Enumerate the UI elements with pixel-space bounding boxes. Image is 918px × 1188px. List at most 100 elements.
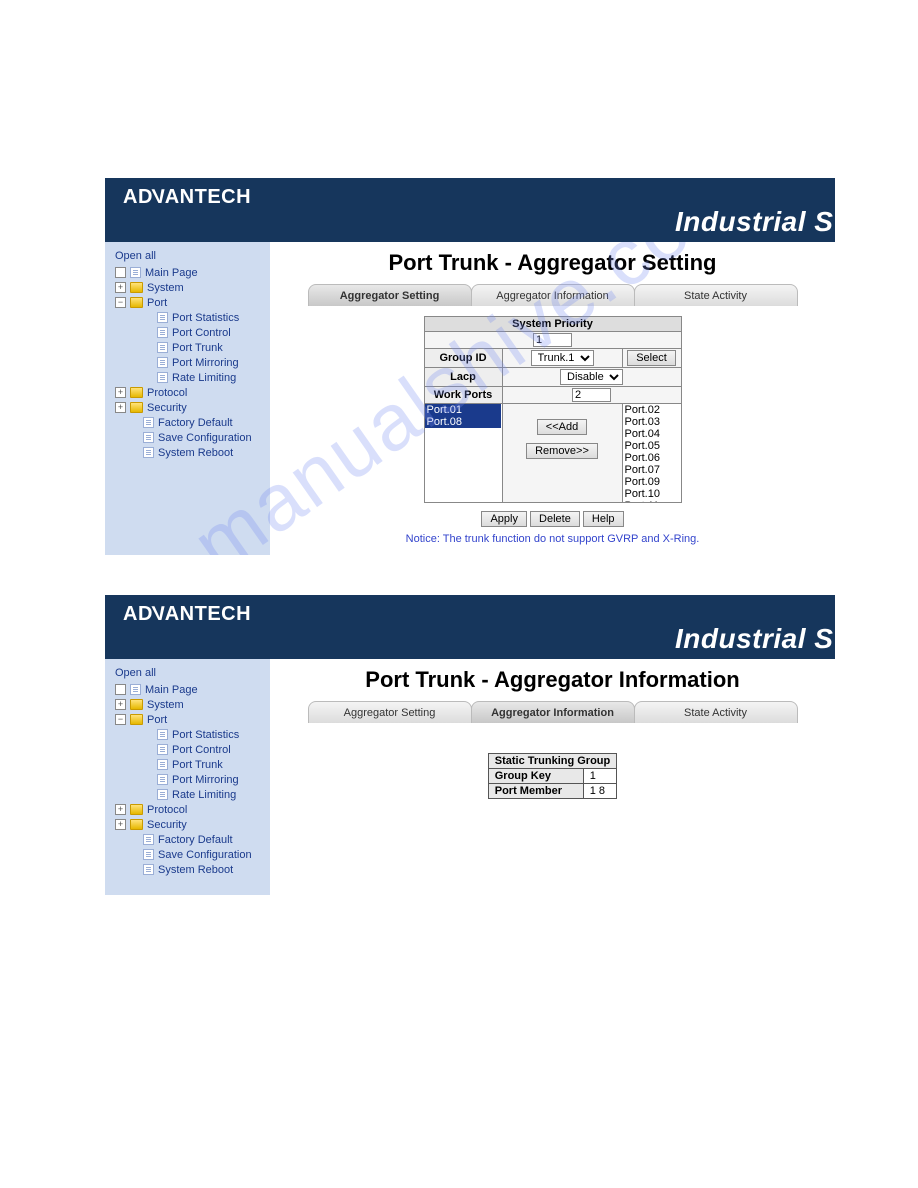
nav-label: System Reboot (158, 864, 233, 876)
nav-label: Main Page (145, 267, 198, 279)
work-ports-label: Work Ports (424, 387, 502, 404)
expand-icon[interactable]: + (115, 804, 126, 815)
action-buttons: Apply Delete Help (270, 511, 835, 527)
nav-label: Security (147, 819, 187, 831)
port-option[interactable]: Port.09 (623, 476, 681, 488)
lacp-label: Lacp (424, 368, 502, 387)
expand-icon[interactable]: + (115, 819, 126, 830)
add-button[interactable]: <<Add (537, 419, 587, 435)
sys-priority-input[interactable] (533, 333, 572, 347)
page-icon (157, 774, 168, 785)
page-icon (143, 432, 154, 443)
nav-port-trunk[interactable]: Port Trunk (115, 340, 266, 355)
apply-button[interactable]: Apply (481, 511, 527, 527)
tab-aggregator-information[interactable]: Aggregator Information (471, 701, 635, 723)
nav-label: Port Control (172, 327, 231, 339)
nav-main-page[interactable]: Main Page (115, 265, 266, 280)
nav-port-control[interactable]: Port Control (115, 742, 266, 757)
expand-icon[interactable]: + (115, 402, 126, 413)
nav-protocol[interactable]: + Protocol (115, 385, 266, 400)
delete-button[interactable]: Delete (530, 511, 580, 527)
nav-rate-limiting[interactable]: Rate Limiting (115, 787, 266, 802)
port-option[interactable]: Port.04 (623, 428, 681, 440)
port-option[interactable]: Port.05 (623, 440, 681, 452)
sys-priority-cell (424, 332, 681, 349)
nav-port[interactable]: − Port (115, 712, 266, 727)
collapse-icon[interactable]: − (115, 714, 126, 725)
nav-port-statistics[interactable]: Port Statistics (115, 727, 266, 742)
group-id-select[interactable]: Trunk.1 (531, 350, 594, 366)
folder-icon (130, 714, 143, 725)
page-icon (157, 312, 168, 323)
nav-label: Security (147, 402, 187, 414)
nav-port[interactable]: −Port (115, 295, 266, 310)
folder-icon (130, 387, 143, 398)
port-option[interactable]: Port.01 (425, 404, 501, 416)
tab-state-activity[interactable]: State Activity (634, 284, 798, 306)
nav-label: System (147, 282, 184, 294)
help-button[interactable]: Help (583, 511, 624, 527)
nav-port-trunk[interactable]: Port Trunk (115, 757, 266, 772)
nav-system[interactable]: + System (115, 280, 266, 295)
nav-label: Rate Limiting (172, 372, 236, 384)
port-option[interactable]: Port.02 (623, 404, 681, 416)
nav-system-reboot[interactable]: System Reboot (115, 862, 266, 877)
nav-port-statistics[interactable]: Port Statistics (115, 310, 266, 325)
select-button[interactable]: Select (627, 350, 676, 366)
nav-protocol[interactable]: +Protocol (115, 802, 266, 817)
nav-port-mirroring[interactable]: Port Mirroring (115, 355, 266, 370)
lacp-select[interactable]: Disable (560, 369, 623, 385)
port-member-label: Port Member (488, 784, 583, 799)
tab-state-activity[interactable]: State Activity (634, 701, 798, 723)
group-id-label: Group ID (424, 349, 502, 368)
nav-system-reboot[interactable]: System Reboot (115, 445, 266, 460)
nav-factory-default[interactable]: Factory Default (115, 415, 266, 430)
group-id-cell: Trunk.1 (502, 349, 622, 368)
work-ports-input[interactable] (572, 388, 611, 402)
folder-icon (130, 699, 143, 710)
page-icon (130, 267, 141, 278)
collapse-icon[interactable]: − (115, 297, 126, 308)
tab-aggregator-setting[interactable]: Aggregator Setting (308, 701, 472, 723)
remove-button[interactable]: Remove>> (526, 443, 598, 459)
nav-rate-limiting[interactable]: Rate Limiting (115, 370, 266, 385)
nav-label: Factory Default (158, 417, 233, 429)
nav-label: Protocol (147, 387, 187, 399)
open-all-link[interactable]: Open all (115, 667, 266, 679)
port-option[interactable]: Port.10 (623, 488, 681, 500)
port-option[interactable]: Port.07 (623, 464, 681, 476)
open-all-link[interactable]: Open all (115, 250, 266, 262)
nav-main-page[interactable]: Main Page (115, 682, 266, 697)
expand-icon[interactable]: + (115, 699, 126, 710)
nav-factory-default[interactable]: Factory Default (115, 832, 266, 847)
page-icon (143, 864, 154, 875)
nav-label: Port Trunk (172, 342, 223, 354)
nav-label: Port Statistics (172, 312, 239, 324)
group-key-label: Group Key (488, 769, 583, 784)
port-option[interactable]: Port.06 (623, 452, 681, 464)
nav-port-mirroring[interactable]: Port Mirroring (115, 772, 266, 787)
nav-port-control[interactable]: Port Control (115, 325, 266, 340)
tab-aggregator-information[interactable]: Aggregator Information (471, 284, 635, 306)
folder-icon (130, 402, 143, 413)
tab-aggregator-setting[interactable]: Aggregator Setting (308, 284, 472, 306)
expand-icon[interactable]: + (115, 387, 126, 398)
port-option[interactable]: Port.11 (623, 500, 681, 502)
nav-security[interactable]: + Security (115, 817, 266, 832)
nav-system[interactable]: +System (115, 697, 266, 712)
page-icon (143, 417, 154, 428)
expand-icon[interactable]: + (115, 282, 126, 293)
port-option[interactable]: Port.03 (623, 416, 681, 428)
nav-save-configuration[interactable]: Save Configuration (115, 847, 266, 862)
nav-label: Port Mirroring (172, 774, 239, 786)
port-option[interactable]: Port.08 (425, 416, 501, 428)
selected-ports-listbox[interactable]: Port.01 Port.08 (425, 404, 501, 502)
nav-label: Save Configuration (158, 432, 252, 444)
info-table: Static Trunking Group Group Key 1 Port M… (488, 753, 618, 799)
nav-label: Port (147, 714, 167, 726)
nav-label: Port Control (172, 744, 231, 756)
available-ports-listbox[interactable]: Port.02 Port.03 Port.04 Port.05 Port.06 … (623, 404, 681, 502)
nav-security[interactable]: + Security (115, 400, 266, 415)
nav-save-configuration[interactable]: Save Configuration (115, 430, 266, 445)
config-table: System Priority Group ID Trunk.1 Select … (424, 316, 682, 503)
